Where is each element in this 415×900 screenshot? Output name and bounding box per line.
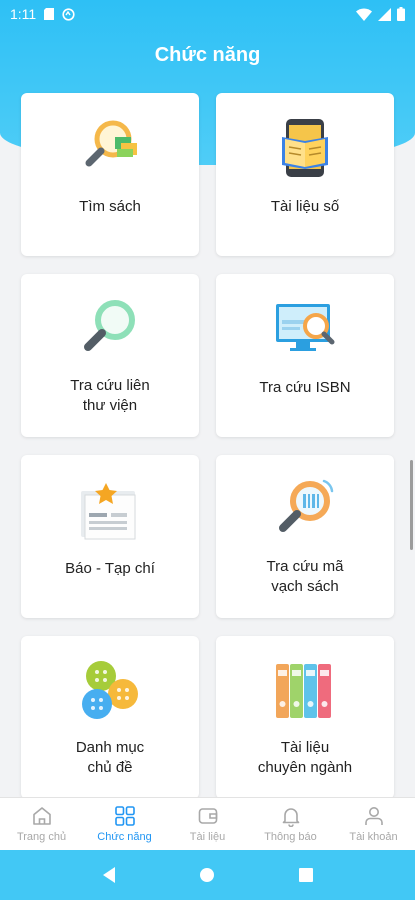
feature-card-find-book[interactable]: Tìm sách: [21, 93, 199, 256]
sync-icon: [62, 7, 75, 21]
nav-documents[interactable]: Tài liệu: [166, 798, 249, 850]
nav-label: Tài khoản: [349, 831, 398, 843]
system-navigation-bar: [0, 850, 415, 900]
scrollbar-thumb[interactable]: [410, 460, 413, 550]
book-search-icon: [85, 120, 137, 167]
wallet-icon: [198, 808, 217, 824]
category-buttons-icon: [82, 661, 138, 719]
nav-home[interactable]: Trang chủ: [0, 798, 83, 850]
nav-functions[interactable]: Chức năng: [83, 798, 166, 850]
digital-document-icon: [282, 119, 328, 177]
recents-icon[interactable]: [298, 867, 314, 883]
newspaper-icon: [81, 483, 136, 540]
wifi-icon: [356, 8, 372, 21]
nav-label: Chức năng: [97, 831, 152, 843]
feature-label: Báo - Tạp chí: [65, 560, 155, 577]
feature-card-inter-library-search[interactable]: Tra cứu liên thư viện: [21, 274, 199, 437]
status-bar: 1:11: [0, 0, 415, 28]
feature-label: Tài liệu số: [270, 198, 340, 215]
nav-account[interactable]: Tài khoản: [332, 798, 415, 850]
grid-icon: [114, 806, 135, 826]
signal-icon: [378, 7, 391, 21]
nav-label: Tài liệu: [189, 831, 226, 843]
feature-label: Tài liệu chuyên ngành: [257, 739, 353, 776]
nav-label: Thông báo: [264, 831, 317, 843]
feature-card-barcode-lookup[interactable]: Tra cứu mã vạch sách: [216, 455, 394, 618]
feature-label: Tra cứu mã vạch sách: [266, 558, 344, 595]
feature-label: Danh mục chủ đề: [75, 739, 145, 776]
feature-card-newspapers-magazines[interactable]: Báo - Tạp chí: [21, 455, 199, 618]
feature-label: Tra cứu liên thư viện: [70, 377, 150, 414]
nav-label: Trang chủ: [16, 831, 67, 843]
feature-card-isbn-lookup[interactable]: Tra cứu ISBN: [216, 274, 394, 437]
feature-card-digital-documents[interactable]: Tài liệu số: [216, 93, 394, 256]
barcode-search-icon: [279, 479, 334, 532]
isbn-lookup-icon: [276, 304, 335, 351]
binders-icon: [276, 664, 331, 718]
feature-label: Tra cứu ISBN: [259, 379, 351, 396]
page-title: Chức năng: [154, 44, 261, 66]
user-icon: [364, 807, 383, 825]
battery-icon: [397, 7, 405, 21]
feature-label: Tìm sách: [79, 198, 141, 215]
home-button-icon[interactable]: [198, 866, 216, 884]
home-icon: [32, 807, 51, 825]
nav-notifications[interactable]: Thông báo: [249, 798, 332, 850]
sd-card-icon: [44, 8, 55, 20]
feature-card-specialized-documents[interactable]: Tài liệu chuyên ngành: [216, 636, 394, 799]
feature-grid: Tìm sách Tài liệu số Tra cứu liên thư vi…: [21, 93, 395, 799]
back-icon[interactable]: [101, 866, 117, 884]
status-time: 1:11: [10, 6, 37, 22]
feature-card-topic-categories[interactable]: Danh mục chủ đề: [21, 636, 199, 799]
bell-icon: [282, 808, 299, 827]
magnifier-icon: [84, 300, 135, 351]
bottom-navigation: Trang chủ Chức năng Tài liệu Thông báo T…: [0, 797, 415, 850]
